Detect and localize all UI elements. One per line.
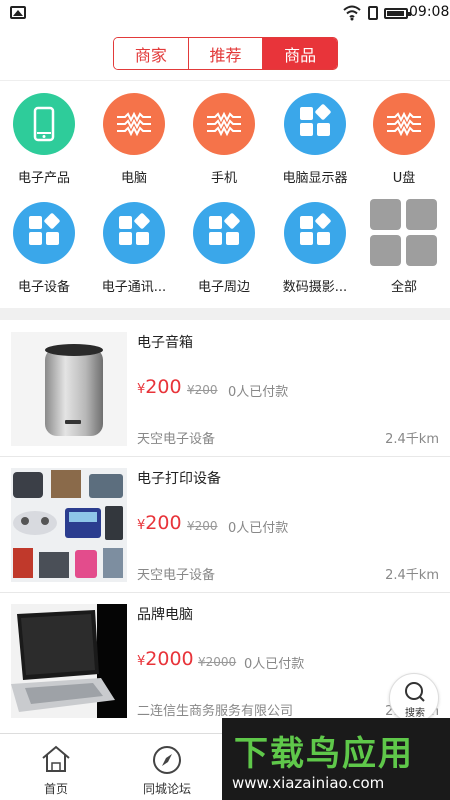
original-price: ¥2000 [198, 655, 237, 669]
apps-icon [119, 213, 150, 245]
category-telecom[interactable]: 电子通讯... [89, 202, 179, 295]
category-all[interactable]: 全部 [359, 199, 449, 295]
category-label: 手机 [210, 171, 237, 186]
apps-icon [300, 213, 331, 245]
rhythm-icon [207, 111, 241, 137]
category-icon-circle [13, 93, 75, 155]
grid-icon [370, 199, 438, 267]
category-label: 电脑 [120, 171, 147, 186]
category-mobile[interactable]: 手机 [179, 93, 269, 186]
status-time: 09:08 [409, 4, 450, 20]
product-price: ¥2000 [137, 648, 194, 670]
category-label: 全部 [390, 280, 417, 295]
paid-count: 0人已付款 [228, 521, 289, 536]
nav-label: 同城论坛 [142, 782, 191, 796]
sim-icon [368, 6, 378, 20]
apps-icon [29, 213, 60, 245]
distance: 2.4千km [385, 432, 439, 447]
shop-name: 二连信生商务服务有限公司 [137, 704, 294, 719]
gallery-icon [10, 6, 26, 19]
category-label: U盘 [392, 171, 416, 186]
price-value: 2000 [145, 648, 194, 670]
divider [0, 80, 450, 81]
apps-icon [209, 213, 240, 245]
price-value: 200 [145, 512, 182, 534]
search-button[interactable]: 搜索 [389, 673, 439, 723]
watermark-title: 下载鸟应用 [234, 734, 414, 774]
section-separator [0, 308, 450, 320]
price-value: 200 [145, 376, 182, 398]
category-label: 电子设备 [17, 280, 70, 295]
category-label: 电子通讯... [101, 280, 167, 295]
category-icon-circle [193, 93, 255, 155]
nav-forum[interactable]: 同城论坛 [112, 734, 222, 797]
product-item[interactable]: 电子打印设备 ¥200 ¥200 0人已付款 天空电子设备 2.4千km [0, 456, 450, 592]
nav-home[interactable]: 首页 [1, 734, 111, 797]
product-image [11, 332, 127, 446]
product-item[interactable]: 品牌电脑 ¥2000 ¥2000 0人已付款 二连信生商务服务有限公司 2.4千… [0, 592, 450, 728]
product-name: 电子打印设备 [137, 471, 221, 487]
product-name: 品牌电脑 [137, 607, 193, 623]
product-price: ¥200 [137, 376, 182, 398]
wifi-icon [343, 5, 361, 21]
nav-label: 首页 [43, 782, 68, 796]
compass-icon [153, 746, 181, 774]
product-name: 电子音箱 [137, 335, 193, 351]
category-usb[interactable]: U盘 [359, 93, 449, 186]
category-electronics[interactable]: 电子产品 [0, 93, 89, 186]
category-icon-circle [103, 93, 165, 155]
tab-recommended[interactable]: 推荐 [187, 38, 263, 69]
search-icon [405, 682, 425, 702]
watermark-logo: 下载鸟应用 www.xiazainiao.com [222, 718, 450, 800]
category-monitor[interactable]: 电脑显示器 [270, 93, 360, 186]
category-devices[interactable]: 电子设备 [0, 202, 89, 295]
category-icon-circle [284, 202, 346, 264]
shop-name: 天空电子设备 [137, 568, 216, 583]
rhythm-icon [387, 111, 421, 137]
rhythm-icon [117, 111, 151, 137]
tab-products[interactable]: 商品 [262, 38, 337, 69]
category-icon-circle [103, 202, 165, 264]
category-icon-circle [13, 202, 75, 264]
segment-tabs: 商家 推荐 商品 [113, 37, 338, 70]
status-bar: 09:08 [0, 0, 450, 26]
category-icon-circle [373, 93, 435, 155]
shop-name: 天空电子设备 [137, 432, 216, 447]
product-image [11, 468, 127, 582]
apps-icon [300, 104, 331, 136]
product-image [11, 604, 127, 718]
original-price: ¥200 [187, 519, 218, 533]
tab-merchants[interactable]: 商家 [114, 38, 188, 69]
category-peripherals[interactable]: 电子周边 [179, 202, 269, 295]
category-label: 数码摄影... [282, 280, 348, 295]
category-label: 电子产品 [17, 171, 70, 186]
category-computer[interactable]: 电脑 [89, 93, 179, 186]
distance: 2.4千km [385, 568, 439, 583]
category-icon-circle [284, 93, 346, 155]
battery-icon [384, 8, 411, 19]
category-photography[interactable]: 数码摄影... [270, 202, 360, 295]
category-icon-circle [193, 202, 255, 264]
product-price: ¥200 [137, 512, 182, 534]
search-label: 搜索 [405, 708, 425, 719]
paid-count: 0人已付款 [228, 385, 289, 400]
product-item[interactable]: 电子音箱 ¥200 ¥200 0人已付款 天空电子设备 2.4千km [0, 320, 450, 456]
phone-icon [33, 106, 55, 142]
category-label: 电脑显示器 [282, 171, 348, 186]
category-label: 电子周边 [197, 280, 250, 295]
watermark-url: www.xiazainiao.com [232, 774, 385, 792]
paid-count: 0人已付款 [244, 657, 305, 672]
original-price: ¥200 [187, 383, 218, 397]
home-icon [42, 745, 70, 772]
